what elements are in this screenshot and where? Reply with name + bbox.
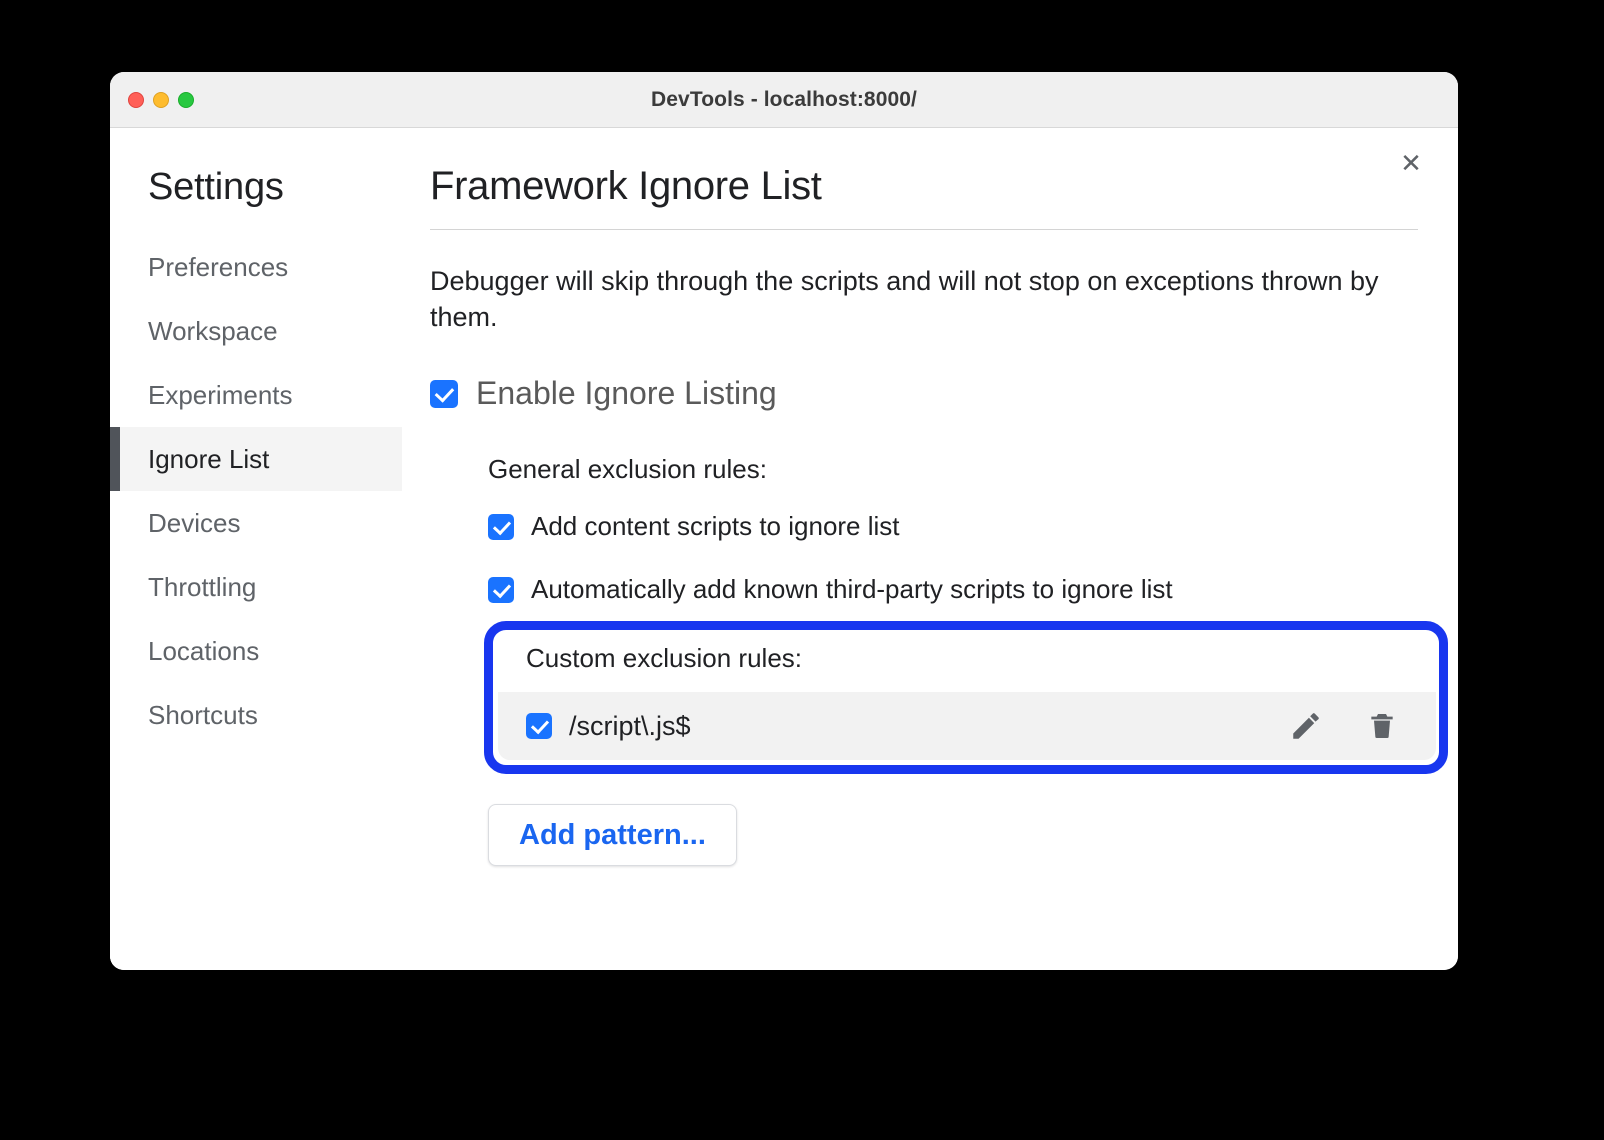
sidebar-item-label: Workspace bbox=[148, 315, 278, 346]
sidebar-item-label: Devices bbox=[148, 507, 241, 538]
sidebar-item-label: Ignore List bbox=[148, 443, 270, 474]
enable-ignore-listing-row[interactable]: Enable Ignore Listing bbox=[430, 375, 1418, 412]
sidebar-item-label: Preferences bbox=[148, 251, 289, 282]
custom-rules-heading: Custom exclusion rules: bbox=[498, 637, 1436, 693]
page-title: Framework Ignore List bbox=[430, 164, 822, 208]
sidebar-item-experiments[interactable]: Experiments bbox=[110, 363, 402, 427]
settings-heading: Settings bbox=[148, 166, 284, 208]
pencil-icon[interactable] bbox=[1288, 708, 1324, 744]
add-pattern-button[interactable]: Add pattern... bbox=[488, 804, 737, 867]
sidebar-item-ignore-list[interactable]: Ignore List bbox=[110, 427, 402, 491]
general-rule-label: Automatically add known third-party scri… bbox=[531, 574, 1173, 605]
panel-description: Debugger will skip through the scripts a… bbox=[430, 266, 1379, 332]
pattern-enabled-checkbox[interactable] bbox=[526, 713, 552, 740]
enable-ignore-listing-label: Enable Ignore Listing bbox=[476, 375, 777, 412]
sidebar-item-label: Locations bbox=[148, 635, 260, 666]
sidebar-item-shortcuts[interactable]: Shortcuts bbox=[110, 683, 402, 747]
general-rule-row-content-scripts[interactable]: Add content scripts to ignore list bbox=[488, 511, 1418, 542]
custom-exclusion-rules-box: Custom exclusion rules: /script\.js$ bbox=[498, 637, 1436, 761]
trash-icon[interactable] bbox=[1364, 708, 1400, 744]
window-title: DevTools - localhost:8000/ bbox=[651, 87, 917, 111]
pattern-value: /script\.js$ bbox=[569, 710, 691, 741]
sidebar-item-throttling[interactable]: Throttling bbox=[110, 555, 402, 619]
sidebar-item-preferences[interactable]: Preferences bbox=[110, 235, 402, 299]
minimize-window-button[interactable] bbox=[153, 91, 169, 108]
screenshot-stage: DevTools - localhost:8000/ ✕ Settings Pr… bbox=[0, 0, 1604, 1140]
sidebar-item-devices[interactable]: Devices bbox=[110, 491, 402, 555]
sidebar-item-label: Experiments bbox=[148, 379, 293, 410]
general-rule-label: Add content scripts to ignore list bbox=[531, 511, 900, 542]
sidebar-item-locations[interactable]: Locations bbox=[110, 619, 402, 683]
close-icon[interactable]: ✕ bbox=[1394, 146, 1428, 180]
close-window-button[interactable] bbox=[128, 91, 144, 108]
window-body: ✕ Settings Preferences Workspace Experim… bbox=[110, 128, 1458, 970]
pattern-row-actions bbox=[1288, 708, 1414, 744]
add-third-party-scripts-checkbox[interactable] bbox=[488, 576, 514, 603]
sidebar-item-label: Throttling bbox=[148, 571, 257, 602]
pattern-row[interactable]: /script\.js$ bbox=[498, 692, 1436, 761]
maximize-window-button[interactable] bbox=[178, 91, 194, 108]
rules-section: General exclusion rules: Add content scr… bbox=[430, 454, 1448, 775]
settings-main-panel: Framework Ignore List Debugger will skip… bbox=[402, 128, 1458, 970]
custom-rules-highlight-wrapper: Custom exclusion rules: /script\.js$ bbox=[484, 621, 1448, 775]
settings-sidebar: Settings Preferences Workspace Experimen… bbox=[110, 128, 402, 970]
devtools-window: DevTools - localhost:8000/ ✕ Settings Pr… bbox=[110, 72, 1458, 970]
general-rule-row-third-party[interactable]: Automatically add known third-party scri… bbox=[488, 574, 1418, 605]
sidebar-item-label: Shortcuts bbox=[148, 699, 258, 730]
general-rules-heading: General exclusion rules: bbox=[488, 454, 767, 485]
sidebar-item-workspace[interactable]: Workspace bbox=[110, 299, 402, 363]
enable-ignore-listing-checkbox[interactable] bbox=[430, 379, 458, 408]
traffic-light-group bbox=[128, 91, 194, 108]
title-divider bbox=[430, 229, 1418, 230]
add-content-scripts-checkbox[interactable] bbox=[488, 513, 514, 540]
window-titlebar: DevTools - localhost:8000/ bbox=[110, 72, 1458, 128]
